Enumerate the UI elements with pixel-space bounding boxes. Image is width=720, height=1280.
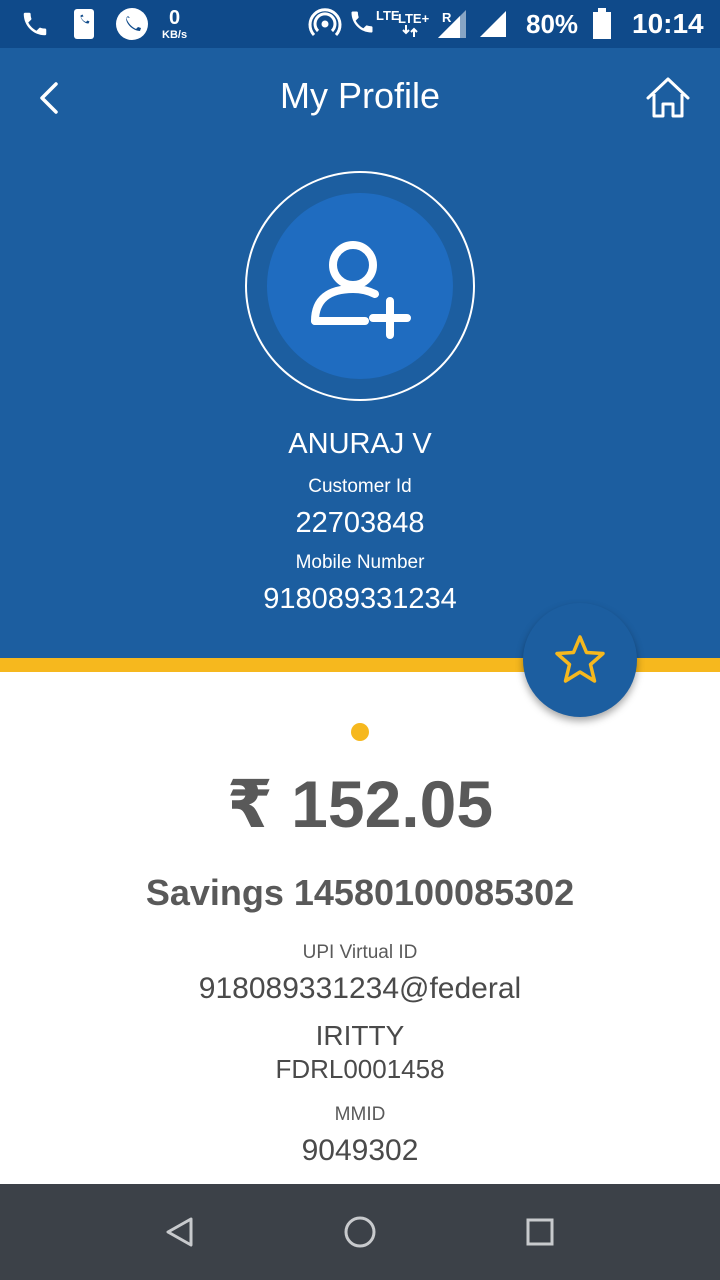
nav-recents-button[interactable] [515,1208,565,1258]
account-number: Savings 14580100085302 [145,872,575,913]
data-rate: 0 KB/s [162,0,187,48]
ifsc-code: FDRL0001458 [275,1054,445,1084]
upi-id-label: UPI Virtual ID [302,942,418,963]
avatar[interactable] [245,171,475,401]
data-rate-unit: KB/s [162,28,188,41]
user-name: ANURAJ V [288,428,432,460]
clock: 10:14 [632,8,704,39]
roaming-label: R [442,10,452,25]
signal-icon: R [436,0,468,48]
home-button[interactable] [640,70,696,126]
data-rate-value: 0 [168,6,181,29]
lte-label: LTE [376,8,400,23]
mobile-number-label: Mobile Number [295,552,425,573]
page-title: My Profile [279,75,441,116]
chevron-left-icon [40,82,58,114]
avatar-inner [267,193,453,379]
signal-icon-2 [478,0,508,48]
add-user-icon [311,241,411,339]
recents-square-icon [526,1218,554,1246]
phone-icon [20,0,50,48]
home-circle-icon [344,1216,376,1248]
customer-id-label: Customer Id [308,476,412,497]
volte-call-icon: LTE [348,0,400,48]
battery-percent: 80% [526,8,579,39]
nav-back-button[interactable] [155,1208,205,1258]
nav-home-button[interactable] [335,1208,385,1258]
upi-id-value: 918089331234@federal [198,972,522,1005]
mmid-value: 9049302 [301,1134,419,1167]
lte-plus-label: LTE+ [398,10,430,26]
back-triangle-icon [166,1217,193,1247]
customer-id-value: 22703848 [295,507,425,539]
home-icon [646,77,690,118]
mobile-number-value: 918089331234 [263,583,457,615]
lte-plus-indicator: LTE+ [398,0,429,48]
whatsapp-icon [114,0,150,48]
battery-icon [592,0,612,48]
phone-device-icon [72,0,96,48]
hotspot-icon [308,0,342,48]
account-balance: ₹ 152.05 [226,767,494,841]
favorite-button[interactable] [523,603,637,717]
status-bar: 0 KB/s LTE LTE+ R 80% 10:14 [0,0,720,48]
star-icon [555,635,605,683]
mmid-label: MMID [334,1104,386,1125]
page-indicator-dot [351,723,369,741]
back-button[interactable] [24,70,76,122]
branch-name: IRITTY [315,1020,405,1051]
